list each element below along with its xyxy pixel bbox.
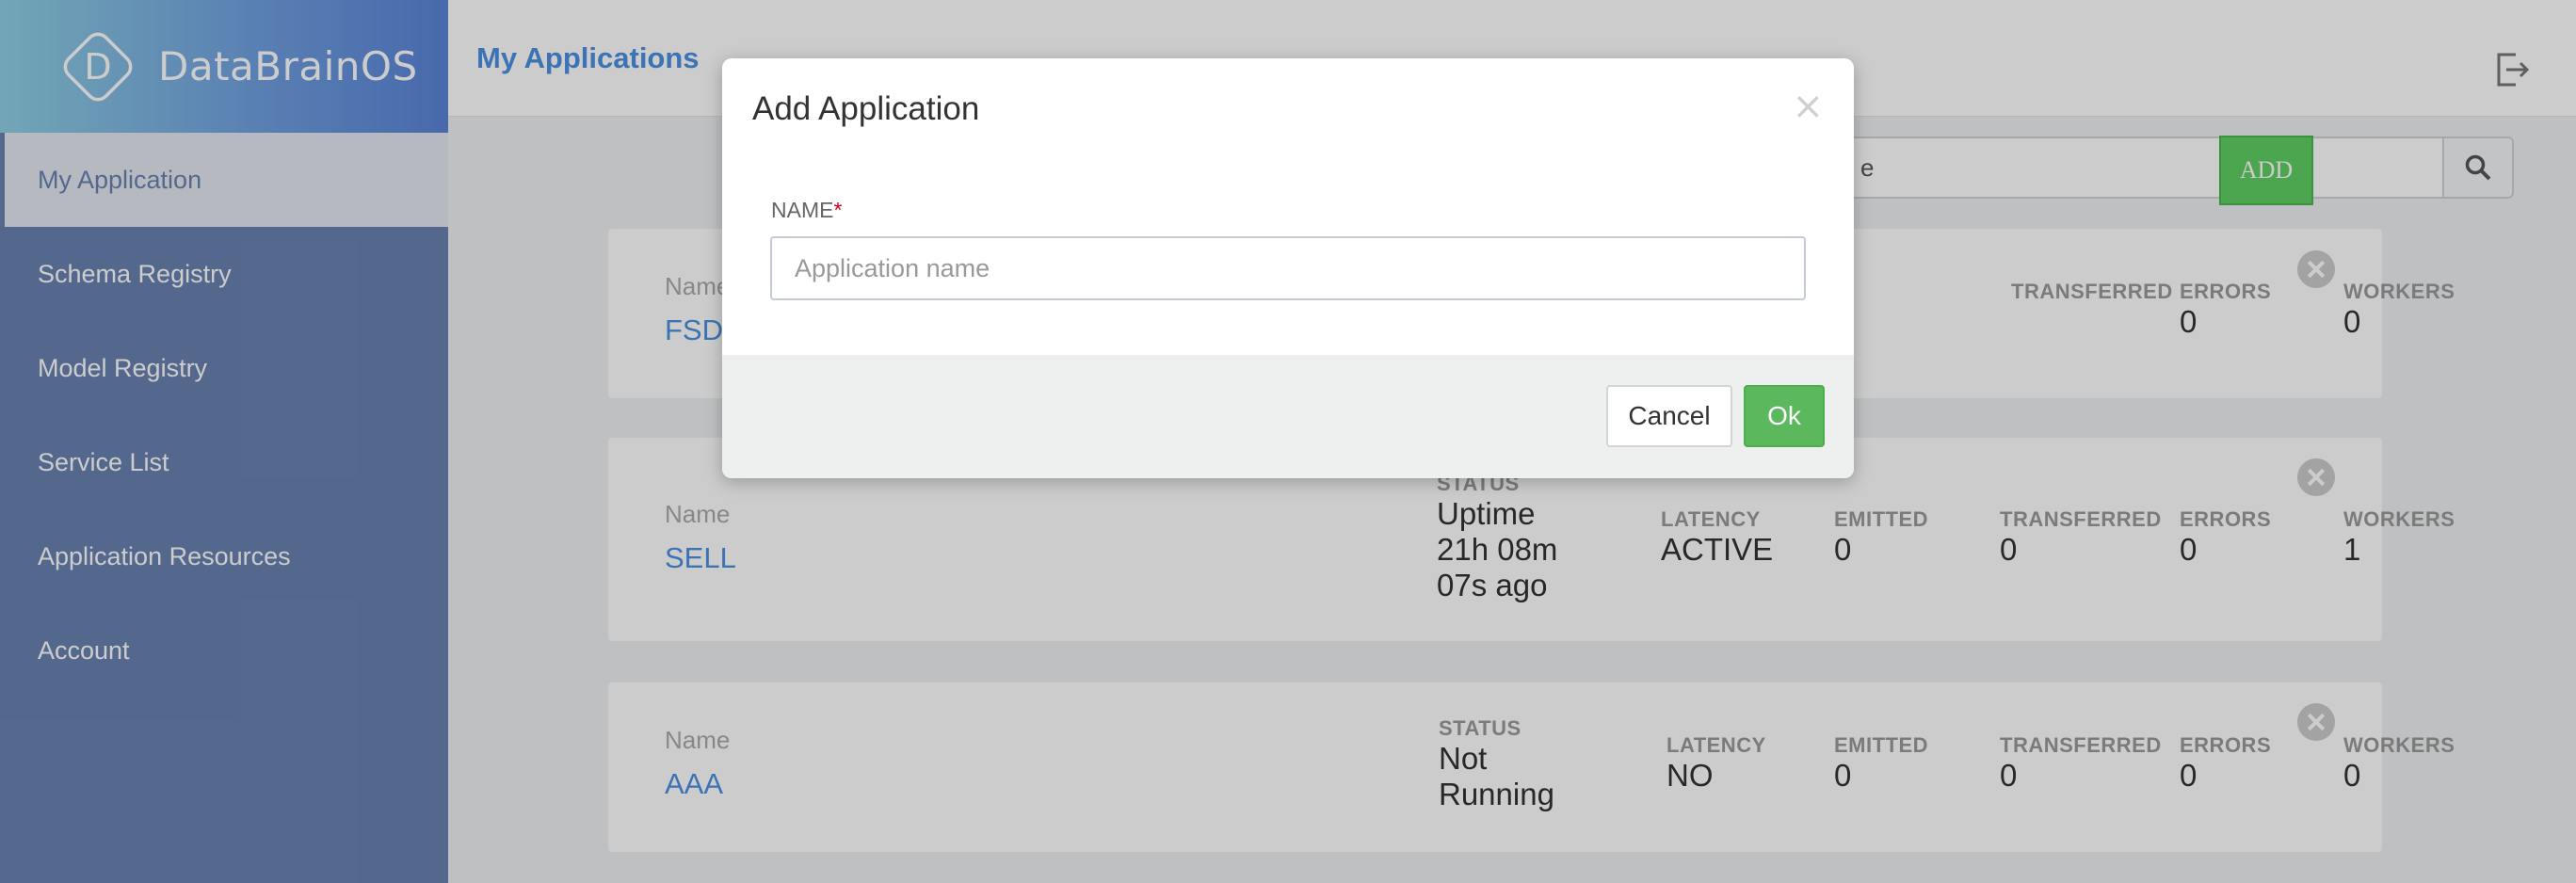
name-label-text: NAME: [771, 198, 834, 222]
modal-footer: Cancel Ok: [722, 355, 1854, 478]
application-name-input[interactable]: [770, 236, 1806, 300]
modal-title: Add Application: [752, 90, 980, 127]
ok-button[interactable]: Ok: [1744, 385, 1825, 447]
close-icon[interactable]: ×: [1792, 85, 1824, 128]
cancel-button[interactable]: Cancel: [1606, 385, 1732, 447]
required-marker: *: [833, 198, 843, 222]
add-application-modal: Add Application × NAME* Cancel Ok: [722, 58, 1854, 478]
name-field-label: NAME*: [771, 198, 842, 223]
